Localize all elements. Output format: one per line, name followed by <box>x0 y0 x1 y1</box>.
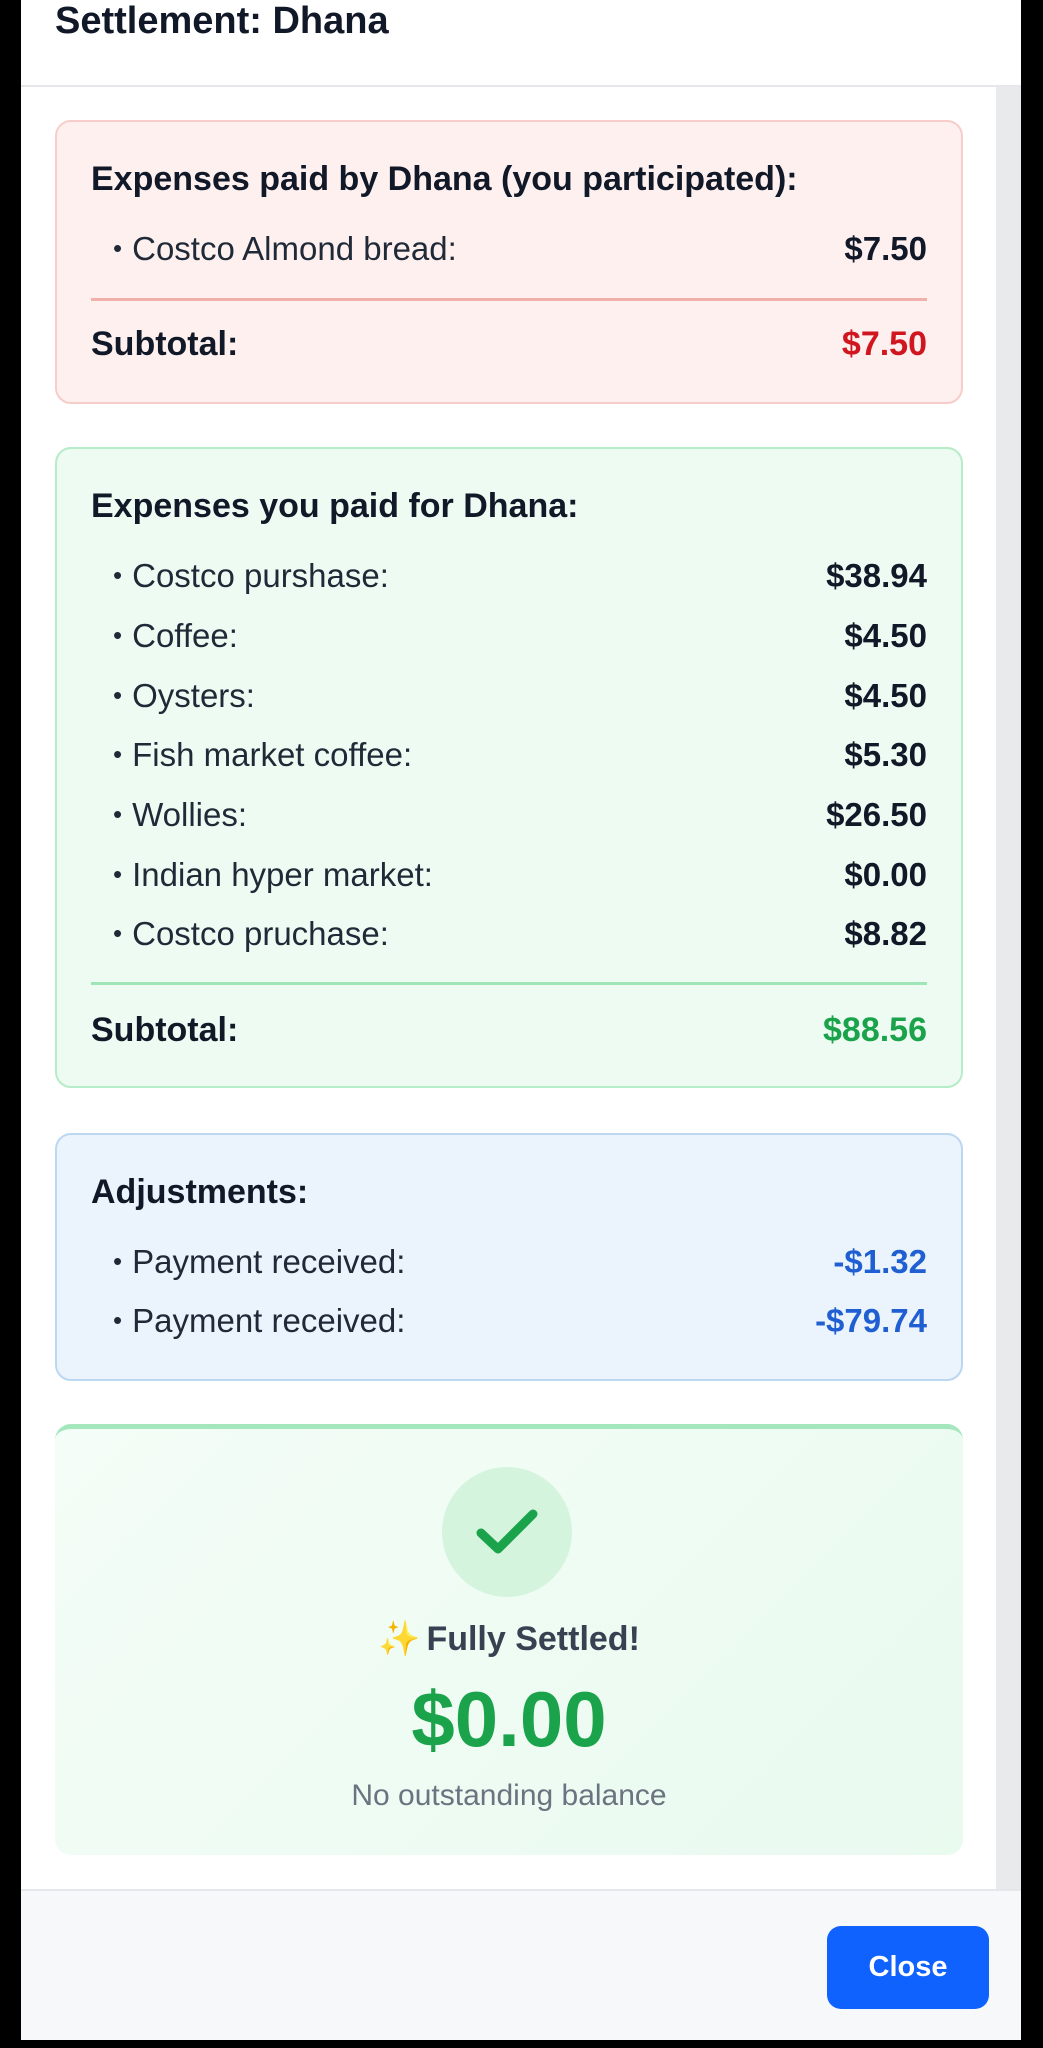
list-item: Fish market coffee: $5.30 <box>113 730 927 780</box>
list-item: Costco purshase: $38.94 <box>113 551 927 601</box>
modal-header: Settlement: Dhana <box>21 0 1021 87</box>
subtotal-label: Subtotal: <box>91 324 239 363</box>
item-label: Indian hyper market: <box>113 856 433 894</box>
item-label: Fish market coffee: <box>113 736 412 774</box>
item-label: Coffee: <box>113 617 238 655</box>
adjustments-card: Adjustments: Payment received: -$1.32 Pa… <box>55 1133 963 1381</box>
paid-by-you-card: Expenses you paid for Dhana: Costco purs… <box>55 447 963 1088</box>
item-label: Payment received: <box>113 1302 405 1340</box>
list-item: Costco Almond bread: $7.50 <box>113 224 927 274</box>
item-amount: $4.50 <box>844 677 927 714</box>
settled-title: ✨ Fully Settled! <box>55 1619 963 1659</box>
list-item: Wollies: $26.50 <box>113 790 927 840</box>
balance-amount: $0.00 <box>411 1675 607 1763</box>
scrollbar[interactable] <box>996 87 1021 1889</box>
subtotal-amount: $7.50 <box>841 324 927 363</box>
item-label: Costco pruchase: <box>113 915 389 953</box>
item-amount: $7.50 <box>844 230 927 267</box>
item-amount: -$79.74 <box>815 1302 927 1339</box>
balance-subtitle: No outstanding balance <box>351 1779 667 1812</box>
list-item: Costco pruchase: $8.82 <box>113 909 927 959</box>
item-amount: $0.00 <box>844 856 927 893</box>
item-amount: -$1.32 <box>833 1243 927 1280</box>
card-heading: Expenses paid by Dhana (you participated… <box>91 160 798 198</box>
item-label: Costco Almond bread: <box>113 230 457 268</box>
sparkle-icon: ✨ <box>378 1620 421 1658</box>
subtotal-row: Subtotal: $88.56 <box>91 1005 927 1055</box>
item-amount: $5.30 <box>844 736 927 773</box>
card-heading: Adjustments: <box>91 1173 309 1211</box>
list-item: Payment received: -$1.32 <box>113 1237 927 1287</box>
list-item: Payment received: -$79.74 <box>113 1296 927 1346</box>
item-amount: $4.50 <box>844 617 927 654</box>
item-amount: $26.50 <box>826 796 927 833</box>
list-item: Indian hyper market: $0.00 <box>113 850 927 900</box>
item-label: Payment received: <box>113 1243 405 1281</box>
settlement-modal: Settlement: Dhana Expenses paid by Dhana… <box>21 0 1021 2040</box>
list-item: Oysters: $4.50 <box>113 671 927 721</box>
paid-by-other-card: Expenses paid by Dhana (you participated… <box>55 120 963 404</box>
subtotal-label: Subtotal: <box>91 1010 239 1049</box>
item-amount: $8.82 <box>844 915 927 952</box>
item-label: Costco purshase: <box>113 557 389 595</box>
list-item: Coffee: $4.50 <box>113 611 927 661</box>
subtotal-amount: $88.56 <box>823 1010 927 1049</box>
item-amount: $38.94 <box>826 557 927 594</box>
check-circle <box>442 1467 572 1597</box>
settled-card: ✨ Fully Settled! $0.00 No outstanding bal… <box>55 1424 963 1855</box>
subtotal-row: Subtotal: $7.50 <box>91 319 927 369</box>
card-heading: Expenses you paid for Dhana: <box>91 487 579 525</box>
modal-footer: Close <box>21 1889 1021 2040</box>
modal-title: Settlement: Dhana <box>55 0 389 42</box>
item-label: Wollies: <box>113 796 247 834</box>
divider <box>91 298 927 301</box>
close-button[interactable]: Close <box>827 1926 989 2009</box>
item-label: Oysters: <box>113 677 255 715</box>
divider <box>91 982 927 985</box>
check-icon <box>476 1509 538 1554</box>
settled-title-text: Fully Settled! <box>426 1620 640 1658</box>
